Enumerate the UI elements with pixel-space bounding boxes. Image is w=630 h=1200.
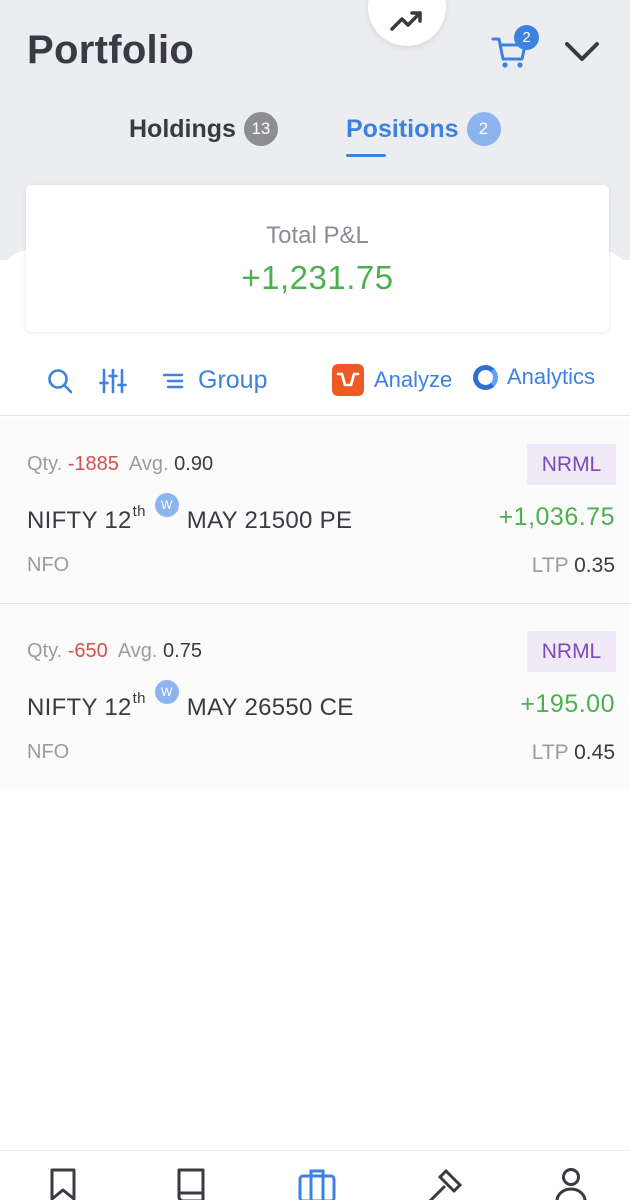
analyze-logo-icon xyxy=(332,364,364,396)
nav-bids[interactable] xyxy=(426,1167,464,1200)
ltp-label: LTP xyxy=(531,741,569,764)
ltp-value: 0.45 xyxy=(574,741,615,764)
tab-label: Holdings xyxy=(129,114,236,143)
avg-value: 0.75 xyxy=(163,640,202,662)
list-icon xyxy=(162,373,184,388)
qty-label: Qty. xyxy=(27,453,63,475)
search-icon xyxy=(48,369,73,394)
qty-value: -650 xyxy=(67,640,108,662)
product-tag: NRML xyxy=(527,444,616,485)
analyze-label: Analyze xyxy=(374,367,453,392)
nav-portfolio[interactable] xyxy=(298,1167,336,1200)
nav-account[interactable] xyxy=(554,1167,588,1200)
total-pnl-value: +1,231.75 xyxy=(241,259,394,296)
position-row[interactable]: Qty. -1885 Avg. 0.90 NRML NIFTY 12th W MAY… xyxy=(0,417,630,604)
analytics-button[interactable]: Analytics xyxy=(473,364,595,390)
qty-label: Qty. xyxy=(27,640,63,662)
instrument-symbol-suffix: th xyxy=(132,690,146,707)
instrument-contract: MAY 26550 CE xyxy=(186,694,354,721)
nav-watchlist[interactable] xyxy=(48,1167,78,1200)
gavel-icon xyxy=(428,1169,462,1200)
user-icon xyxy=(555,1168,587,1200)
tab-holdings[interactable]: Holdings 13 xyxy=(129,112,278,146)
toolbar-divider xyxy=(0,415,630,416)
exchange-label: NFO xyxy=(27,554,70,576)
total-pnl-card: Total P&L +1,231.75 xyxy=(26,185,609,332)
briefcase-icon xyxy=(298,1169,336,1200)
sliders-icon xyxy=(99,368,127,394)
avg-value: 0.90 xyxy=(174,453,214,475)
positions-toolbar: Group Analyze Analytics xyxy=(0,355,630,415)
instrument-contract: MAY 21500 PE xyxy=(186,507,353,534)
ltp-label: LTP xyxy=(531,554,569,577)
analytics-logo-icon xyxy=(473,364,498,390)
active-tab-indicator xyxy=(346,154,386,157)
instrument-name: NIFTY 12th W MAY 21500 PE xyxy=(27,493,353,535)
position-ltp: LTP 0.45 xyxy=(532,741,615,765)
exchange-label: NFO xyxy=(27,741,70,763)
filter-button[interactable] xyxy=(99,367,127,400)
chevron-down-icon xyxy=(565,42,599,61)
weekly-badge: W xyxy=(154,680,179,704)
tab-label: Positions xyxy=(346,114,459,143)
analyze-button[interactable]: Analyze xyxy=(332,364,452,396)
trending-up-icon xyxy=(390,11,422,31)
instrument-symbol: NIFTY 12 xyxy=(27,694,132,721)
position-qty-avg: Qty. -1885 Avg. 0.90 xyxy=(27,453,213,476)
avg-label: Avg. xyxy=(128,453,169,475)
analytics-label: Analytics xyxy=(507,364,596,389)
qty-value: -1885 xyxy=(67,453,119,475)
ltp-value: 0.35 xyxy=(574,554,615,577)
bookmark-icon xyxy=(50,1168,76,1200)
position-qty-avg: Qty. -650 Avg. 0.75 xyxy=(27,640,202,663)
nav-orders[interactable] xyxy=(174,1167,208,1200)
tab-count-badge: 13 xyxy=(243,112,278,146)
bottom-navigation xyxy=(0,1150,630,1200)
group-label: Group xyxy=(198,366,268,394)
instrument-name: NIFTY 12th W MAY 26550 CE xyxy=(27,680,354,722)
search-button[interactable] xyxy=(46,367,74,400)
cart-count-badge: 2 xyxy=(514,25,539,50)
position-row[interactable]: Qty. -650 Avg. 0.75 NRML NIFTY 12th W MAY … xyxy=(0,604,630,791)
avg-label: Avg. xyxy=(117,640,158,662)
tab-count-badge: 2 xyxy=(466,112,501,146)
product-tag: NRML xyxy=(527,631,616,672)
tab-positions[interactable]: Positions 2 xyxy=(346,112,501,146)
account-dropdown[interactable] xyxy=(563,38,601,69)
instrument-symbol-suffix: th xyxy=(132,503,146,520)
position-ltp: LTP 0.35 xyxy=(532,554,615,578)
page-title: Portfolio xyxy=(27,28,195,72)
position-pnl: +1,036.75 xyxy=(498,503,615,531)
total-pnl-label: Total P&L xyxy=(266,222,369,249)
group-button[interactable]: Group xyxy=(162,366,267,395)
weekly-badge: W xyxy=(154,493,179,517)
position-pnl: +195.00 xyxy=(520,690,615,718)
book-icon xyxy=(177,1168,205,1200)
instrument-symbol: NIFTY 12 xyxy=(27,507,132,534)
